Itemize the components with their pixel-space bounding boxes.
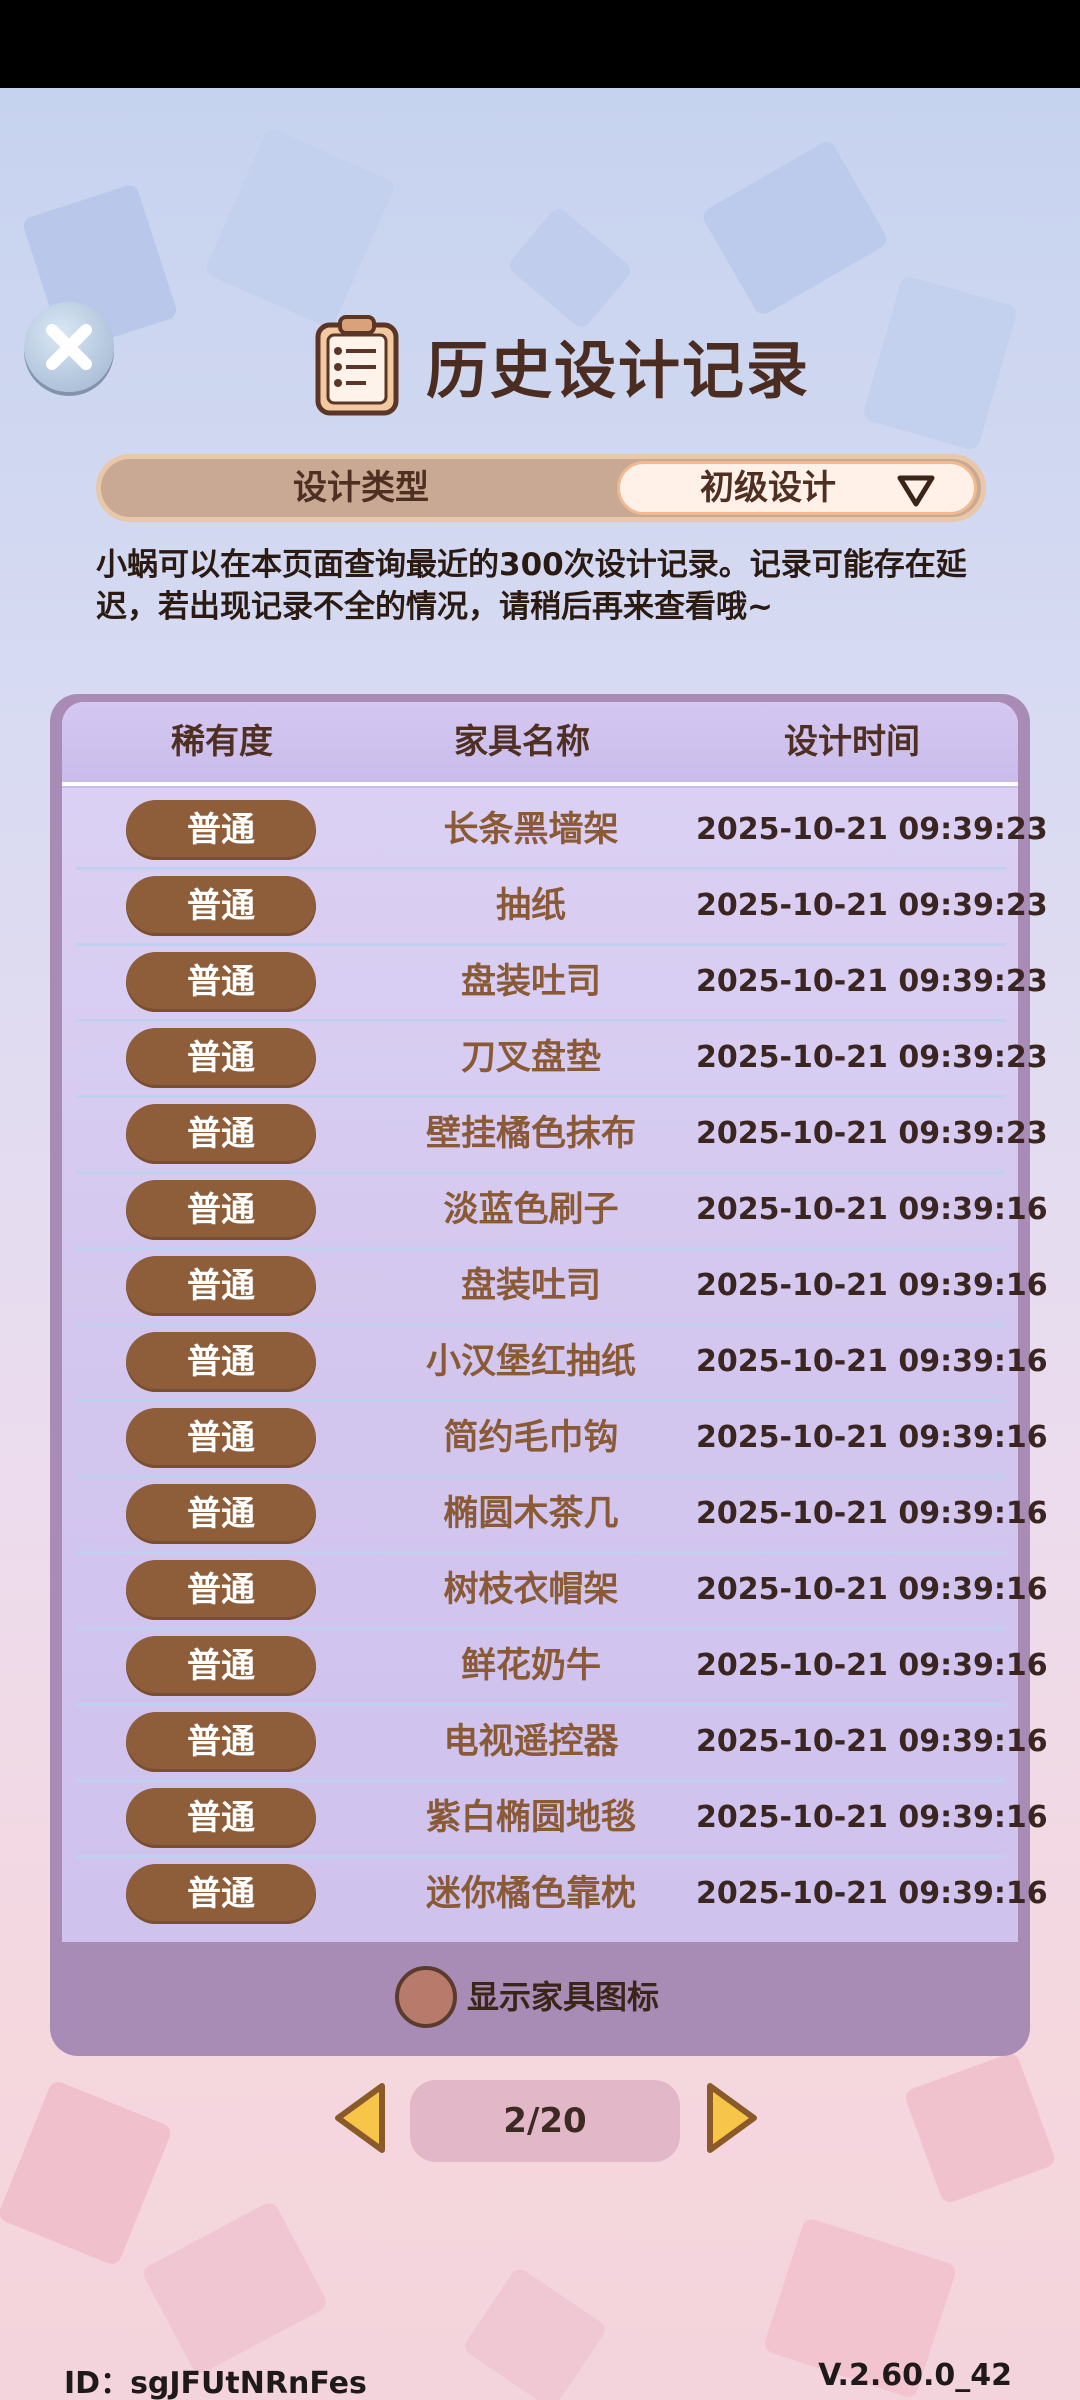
bg-decoration: [140, 2199, 330, 2377]
rarity-badge: 普通: [126, 1788, 316, 1848]
table-row[interactable]: 普通 盘装吐司 2025-10-21 09:39:23: [76, 946, 1048, 1022]
clipboard-icon: [315, 315, 399, 416]
furniture-name: 椭圆木茶几: [443, 1494, 619, 1534]
furniture-name: 树枝衣帽架: [443, 1570, 619, 1610]
page-indicator: 2/20: [410, 2080, 680, 2162]
table-row[interactable]: 普通 电视遥控器 2025-10-21 09:39:16: [76, 1706, 1048, 1782]
furniture-name: 简约毛巾钩: [443, 1418, 619, 1458]
bg-decoration: [0, 2079, 174, 2267]
design-time: 2025-10-21 09:39:23: [696, 888, 1048, 923]
user-id: ID：sgJFUtNRnFes: [64, 2366, 367, 2400]
design-time: 2025-10-21 09:39:16: [696, 1496, 1048, 1531]
table-header: 稀有度 家具名称 设计时间: [62, 702, 1018, 788]
bg-decoration: [861, 274, 1019, 452]
column-header-time: 设计时间: [784, 722, 920, 762]
table-row[interactable]: 普通 紫白椭圆地毯 2025-10-21 09:39:16: [76, 1782, 1048, 1858]
furniture-name: 盘装吐司: [460, 1266, 601, 1306]
rarity-badge: 普通: [126, 1256, 316, 1316]
design-time: 2025-10-21 09:39:16: [696, 1268, 1048, 1303]
rarity-badge: 普通: [126, 952, 316, 1012]
notice-text: 小蜗可以在本页面查询最近的300次设计记录。记录可能存在延迟，若出现记录不全的情…: [96, 547, 967, 625]
app-version: V.2.60.0_42: [818, 2358, 1012, 2393]
furniture-name: 淡蓝色刷子: [443, 1190, 619, 1230]
rarity-badge: 普通: [126, 1636, 316, 1696]
table-row[interactable]: 普通 长条黑墙架 2025-10-21 09:39:23: [76, 794, 1048, 870]
show-icons-checkbox[interactable]: [395, 1966, 457, 2028]
table-row[interactable]: 普通 淡蓝色刷子 2025-10-21 09:39:16: [76, 1174, 1048, 1250]
rarity-badge: 普通: [126, 1712, 316, 1772]
column-header-name: 家具名称: [454, 722, 590, 762]
close-icon: [46, 324, 92, 370]
rarity-badge: 普通: [126, 1104, 316, 1164]
furniture-name: 迷你橘色靠枕: [425, 1874, 636, 1914]
rarity-badge: 普通: [126, 1864, 316, 1924]
table-row[interactable]: 普通 椭圆木茶几 2025-10-21 09:39:16: [76, 1478, 1048, 1554]
app-screen: 历史设计记录 设计类型 初级设计 小蜗可以在本页面查询最近的300次设计记录。记…: [0, 88, 1080, 2400]
bg-decoration: [700, 138, 890, 318]
rarity-badge: 普通: [126, 1560, 316, 1620]
design-type-label: 设计类型: [293, 468, 429, 508]
prev-page-button[interactable]: [330, 2080, 390, 2156]
arrow-left-icon: [335, 2083, 385, 2153]
column-header-rarity: 稀有度: [171, 722, 273, 762]
next-page-button[interactable]: [702, 2080, 762, 2156]
triangle-down-icon: [897, 475, 935, 507]
design-type-filter: 设计类型 初级设计: [96, 454, 986, 522]
furniture-name: 电视遥控器: [443, 1722, 619, 1762]
rarity-badge: 普通: [126, 800, 316, 860]
table-row[interactable]: 普通 树枝衣帽架 2025-10-21 09:39:16: [76, 1554, 1048, 1630]
design-type-dropdown[interactable]: 初级设计: [617, 461, 977, 515]
design-time: 2025-10-21 09:39:23: [696, 1116, 1048, 1151]
design-time: 2025-10-21 09:39:16: [696, 1192, 1048, 1227]
table-row[interactable]: 普通 小汉堡红抽纸 2025-10-21 09:39:16: [76, 1326, 1048, 1402]
bg-decoration: [903, 2051, 1057, 2205]
rarity-badge: 普通: [126, 1408, 316, 1468]
design-time: 2025-10-21 09:39:23: [696, 1040, 1048, 1075]
table-row[interactable]: 普通 壁挂橘色抹布 2025-10-21 09:39:23: [76, 1098, 1048, 1174]
design-time: 2025-10-21 09:39:23: [696, 964, 1048, 999]
furniture-name: 抽纸: [495, 886, 566, 926]
panel-footer: 显示家具图标: [50, 1942, 1030, 2056]
records-table: 稀有度 家具名称 设计时间 普通 长条黑墙架 2025-10-21 09:39:23…: [62, 702, 1048, 1942]
header-divider: [62, 782, 1018, 786]
design-time: 2025-10-21 09:39:16: [696, 1648, 1048, 1683]
design-time: 2025-10-21 09:39:16: [696, 1344, 1048, 1379]
table-row[interactable]: 普通 盘装吐司 2025-10-21 09:39:16: [76, 1250, 1048, 1326]
records-panel: 稀有度 家具名称 设计时间 普通 长条黑墙架 2025-10-21 09:39:23…: [50, 694, 1048, 2056]
furniture-name: 盘装吐司: [460, 962, 601, 1002]
table-row[interactable]: 普通 迷你橘色靠枕 2025-10-21 09:39:16: [76, 1858, 1048, 1930]
rarity-badge: 普通: [126, 1332, 316, 1392]
design-time: 2025-10-21 09:39:16: [696, 1724, 1048, 1759]
show-icons-label[interactable]: 显示家具图标: [467, 1966, 659, 2028]
bg-decoration: [203, 126, 397, 330]
page-title: 历史设计记录: [314, 310, 810, 420]
rarity-badge: 普通: [126, 1180, 316, 1240]
close-button[interactable]: [24, 302, 114, 392]
design-time: 2025-10-21 09:39:16: [696, 1420, 1048, 1455]
furniture-name: 壁挂橘色抹布: [425, 1114, 636, 1154]
rarity-badge: 普通: [126, 1028, 316, 1088]
bg-decoration: [461, 2265, 609, 2400]
furniture-name: 长条黑墙架: [443, 810, 619, 850]
table-row[interactable]: 普通 刀叉盘垫 2025-10-21 09:39:23: [76, 1022, 1048, 1098]
furniture-name: 刀叉盘垫: [460, 1038, 601, 1078]
table-row[interactable]: 普通 抽纸 2025-10-21 09:39:23: [76, 870, 1048, 946]
rarity-badge: 普通: [126, 876, 316, 936]
furniture-name: 紫白椭圆地毯: [425, 1798, 636, 1838]
furniture-name: 鲜花奶牛: [460, 1646, 601, 1686]
table-row[interactable]: 普通 简约毛巾钩 2025-10-21 09:39:16: [76, 1402, 1048, 1478]
design-time: 2025-10-21 09:39:16: [696, 1572, 1048, 1607]
design-time: 2025-10-21 09:39:16: [696, 1876, 1048, 1911]
design-type-selected: 初级设计: [700, 468, 836, 508]
furniture-name: 小汉堡红抽纸: [425, 1342, 636, 1382]
design-time: 2025-10-21 09:39:23: [696, 812, 1048, 847]
design-time: 2025-10-21 09:39:16: [696, 1800, 1048, 1835]
table-row[interactable]: 普通 鲜花奶牛 2025-10-21 09:39:16: [76, 1630, 1048, 1706]
title-text: 历史设计记录: [426, 334, 811, 407]
rarity-badge: 普通: [126, 1484, 316, 1544]
arrow-right-icon: [707, 2083, 757, 2153]
